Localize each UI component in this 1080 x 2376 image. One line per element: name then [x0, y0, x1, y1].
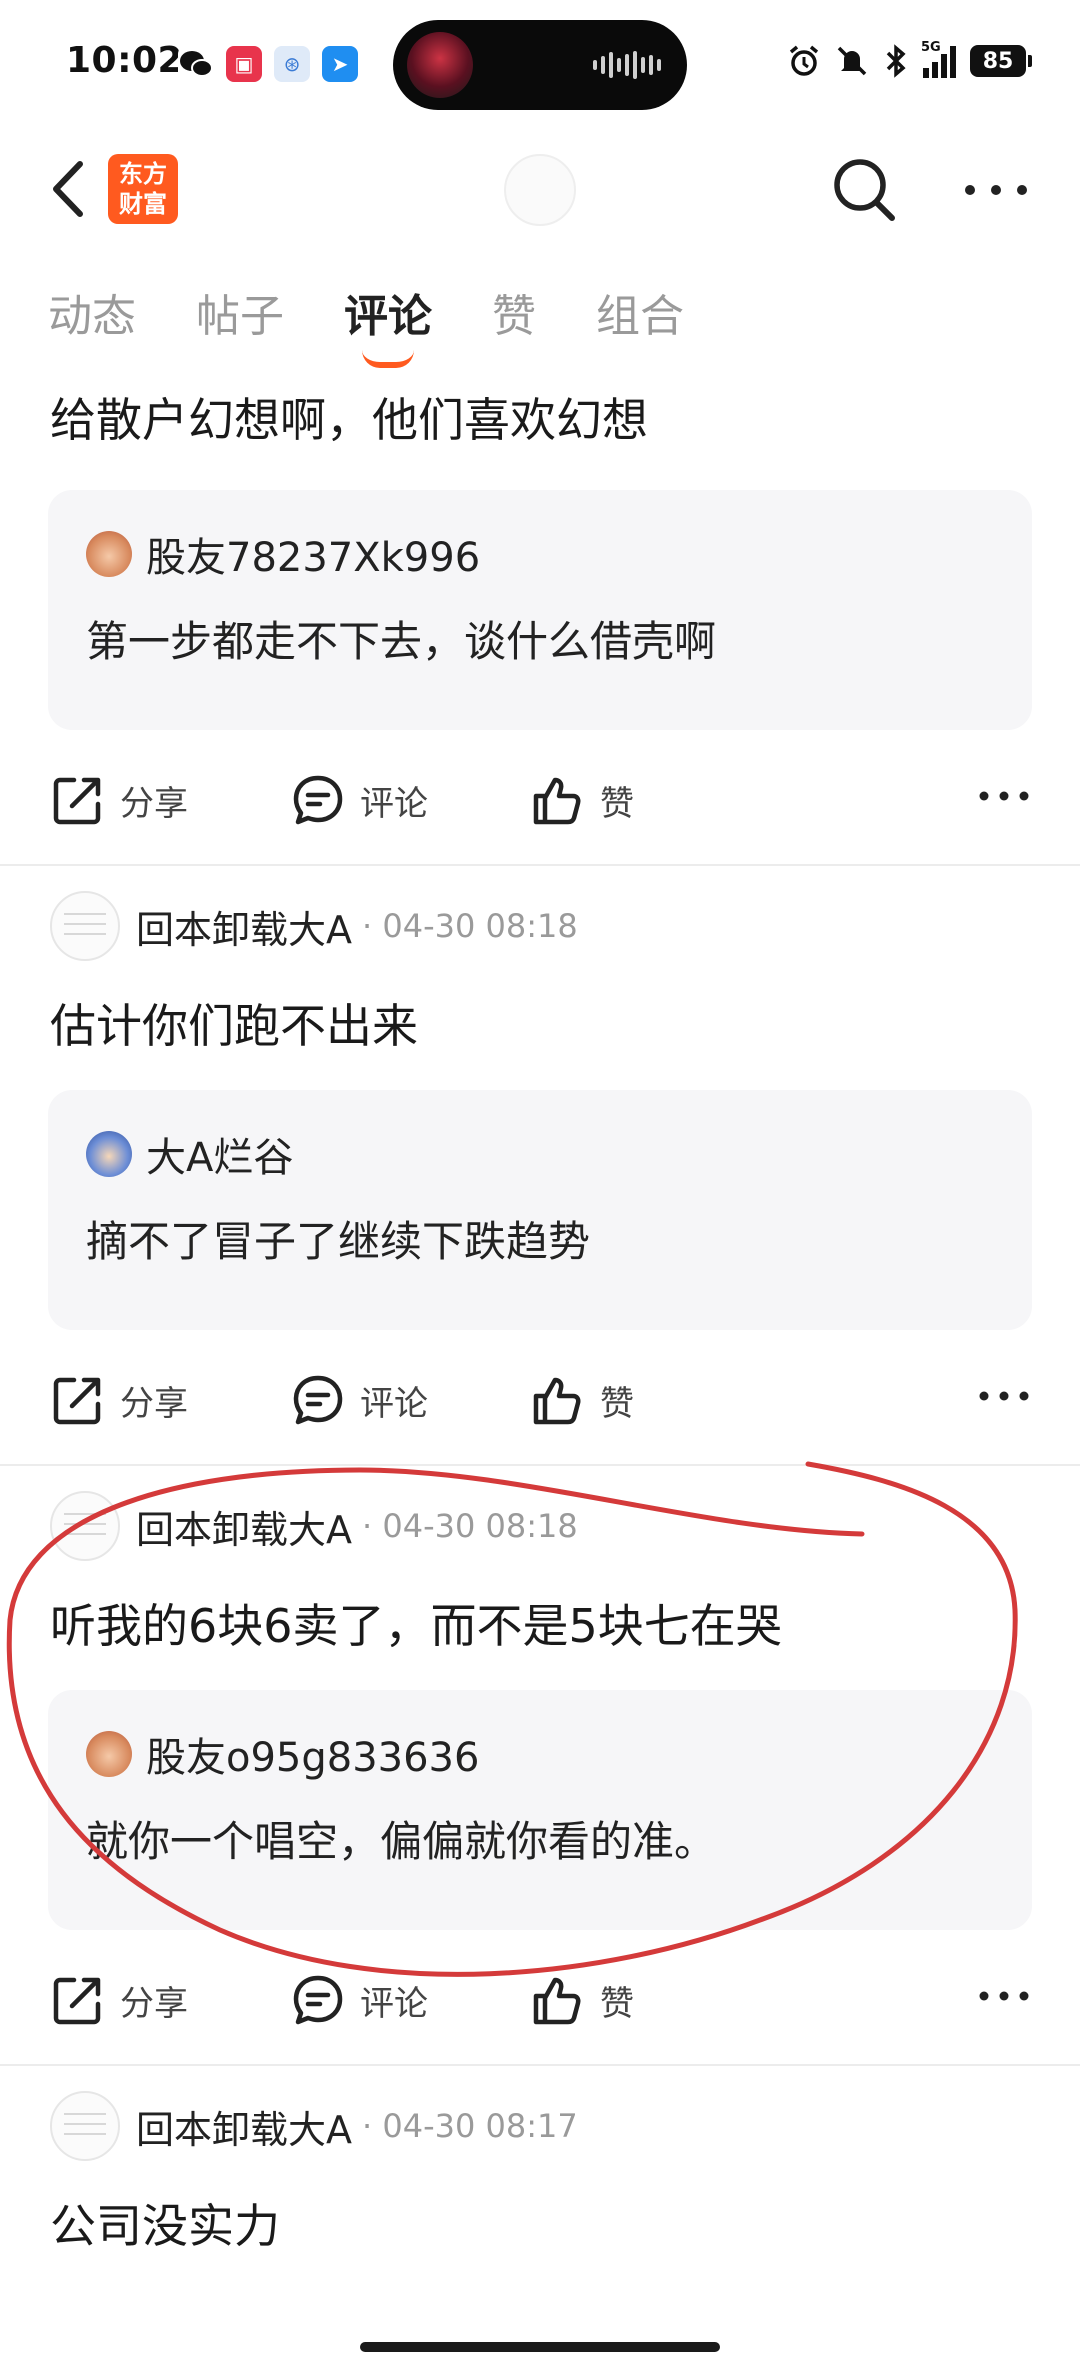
search-icon[interactable]: [828, 152, 898, 226]
signal-icon: 5G: [921, 40, 956, 78]
post-time: · 04-30 08:18: [362, 907, 578, 945]
more-options-icon[interactable]: [976, 786, 1032, 806]
music-cover-icon: [407, 32, 473, 98]
tab-comments[interactable]: 评论: [344, 280, 432, 368]
status-time: 10:02: [66, 40, 184, 81]
share-button[interactable]: 分享: [50, 772, 188, 828]
like-button[interactable]: 赞: [530, 1972, 634, 2028]
like-label: 赞: [600, 1383, 634, 1424]
tab-dynamics[interactable]: 动态: [48, 280, 136, 344]
comment-text: 估计你们跑不出来: [50, 999, 418, 1053]
author-avatar[interactable]: [50, 891, 120, 961]
share-label: 分享: [120, 1983, 188, 2024]
chevron-left-icon[interactable]: [44, 154, 94, 224]
share-button[interactable]: 分享: [50, 1972, 188, 2028]
share-button[interactable]: 分享: [50, 1372, 188, 1428]
tab-posts[interactable]: 帖子: [196, 280, 284, 344]
bluetooth-icon: [886, 44, 906, 78]
quote-avatar: [86, 1731, 132, 1777]
user-avatar[interactable]: [504, 154, 576, 226]
like-button[interactable]: 赞: [530, 772, 634, 828]
comment-item[interactable]: 回本卸载大A · 04-30 08:17 公司没实力: [0, 2066, 1080, 2266]
more-options-icon[interactable]: [976, 1986, 1032, 2006]
thumbs-up-icon: [533, 1977, 581, 2025]
comment-icon: [293, 775, 343, 825]
more-options-icon[interactable]: [976, 1386, 1032, 1406]
network-label: 5G: [921, 40, 941, 55]
share-icon: [53, 777, 101, 825]
author-row: 回本卸载大A · 04-30 08:18: [0, 1486, 1080, 1566]
like-button[interactable]: 赞: [530, 1372, 634, 1428]
top-nav: 东方 财富: [0, 140, 1080, 240]
quote-author-row: 股友78237Xk996: [86, 526, 994, 582]
dynamic-island[interactable]: [393, 20, 687, 110]
quoted-post[interactable]: 股友78237Xk996 第一步都走不下去，谈什么借壳啊: [48, 490, 1032, 730]
home-indicator[interactable]: [360, 2342, 720, 2352]
comment-item[interactable]: 回本卸载大A · 04-30 08:18 听我的6块6卖了，而不是5块七在哭 股…: [0, 1466, 1080, 2066]
status-bar: 10:02 ▣ ⊛ ➤ 5G 85: [0, 0, 1080, 130]
share-label: 分享: [120, 783, 188, 824]
action-bar: 分享 评论 赞: [0, 730, 1080, 864]
app-red-icon: ▣: [226, 46, 262, 82]
author-row: 回本卸载大A · 04-30 08:17: [0, 2086, 1080, 2166]
audio-wave-icon: [593, 51, 661, 79]
comment-button[interactable]: 评论: [290, 772, 428, 828]
comment-text: 给散户幻想啊，他们喜欢幻想: [50, 393, 648, 447]
author-avatar[interactable]: [50, 1491, 120, 1561]
comment-icon: [293, 1375, 343, 1425]
quote-author-row: 股友o95g833636: [86, 1726, 994, 1782]
tab-portfolio[interactable]: 组合: [596, 280, 684, 344]
share-label: 分享: [120, 1383, 188, 1424]
comment-text: 公司没实力: [50, 2199, 280, 2253]
thumbs-up-icon: [533, 1377, 581, 1425]
author-name[interactable]: 回本卸载大A: [136, 2099, 352, 2154]
eastmoney-logo[interactable]: 东方 财富: [108, 154, 178, 224]
quote-avatar: [86, 1131, 132, 1177]
comment-feed: 给散户幻想啊，他们喜欢幻想 股友78237Xk996 第一步都走不下去，谈什么借…: [0, 390, 1080, 2266]
alarm-icon: [789, 45, 819, 76]
quote-avatar: [86, 531, 132, 577]
share-icon: [53, 1377, 101, 1425]
comment-label: 评论: [360, 783, 428, 824]
quote-text: 摘不了冒子了继续下跌趋势: [86, 1217, 591, 1266]
mute-icon: [837, 46, 867, 76]
comment-text: 听我的6块6卖了，而不是5块七在哭: [50, 1599, 782, 1653]
quote-author-row: 大A烂谷: [86, 1126, 994, 1182]
system-icons: 5G 85: [787, 40, 1032, 78]
tab-likes[interactable]: 赞: [492, 280, 536, 344]
more-icon[interactable]: [960, 170, 1032, 210]
quote-author: 大A烂谷: [146, 1135, 294, 1181]
quoted-post[interactable]: 大A烂谷 摘不了冒子了继续下跌趋势: [48, 1090, 1032, 1330]
author-avatar[interactable]: [50, 2091, 120, 2161]
quoted-post[interactable]: 股友o95g833636 就你一个唱空，偏偏就你看的准。: [48, 1690, 1032, 1930]
notification-icons: ▣ ⊛ ➤: [178, 46, 358, 82]
battery-icon: 85: [970, 45, 1032, 77]
quote-text: 就你一个唱空，偏偏就你看的准。: [86, 1817, 717, 1866]
author-row: 回本卸载大A · 04-30 08:18: [0, 886, 1080, 966]
quote-author: 股友o95g833636: [146, 1735, 480, 1781]
like-label: 赞: [600, 783, 634, 824]
comment-button[interactable]: 评论: [290, 1972, 428, 2028]
profile-tabs: 动态 帖子 评论 赞 组合: [48, 280, 744, 368]
like-label: 赞: [600, 1983, 634, 2024]
comment-item[interactable]: 给散户幻想啊，他们喜欢幻想 股友78237Xk996 第一步都走不下去，谈什么借…: [0, 390, 1080, 866]
comment-item[interactable]: 回本卸载大A · 04-30 08:18 估计你们跑不出来 大A烂谷 摘不了冒子…: [0, 866, 1080, 1466]
comment-label: 评论: [360, 1983, 428, 2024]
post-time: · 04-30 08:17: [362, 2107, 578, 2145]
thumbs-up-icon: [533, 777, 581, 825]
comment-label: 评论: [360, 1383, 428, 1424]
post-time: · 04-30 08:18: [362, 1507, 578, 1545]
action-bar: 分享 评论 赞: [0, 1330, 1080, 1464]
quote-author: 股友78237Xk996: [146, 535, 481, 581]
wechat-icon: [178, 46, 214, 82]
app-blue-icon: ⊛: [274, 46, 310, 82]
action-bar: 分享 评论 赞: [0, 1930, 1080, 2064]
share-icon: [53, 1977, 101, 2025]
author-name[interactable]: 回本卸载大A: [136, 1499, 352, 1554]
app-dingtalk-icon: ➤: [322, 46, 358, 82]
author-name[interactable]: 回本卸载大A: [136, 899, 352, 954]
quote-text: 第一步都走不下去，谈什么借壳啊: [86, 617, 717, 666]
comment-button[interactable]: 评论: [290, 1372, 428, 1428]
comment-icon: [293, 1975, 343, 2025]
